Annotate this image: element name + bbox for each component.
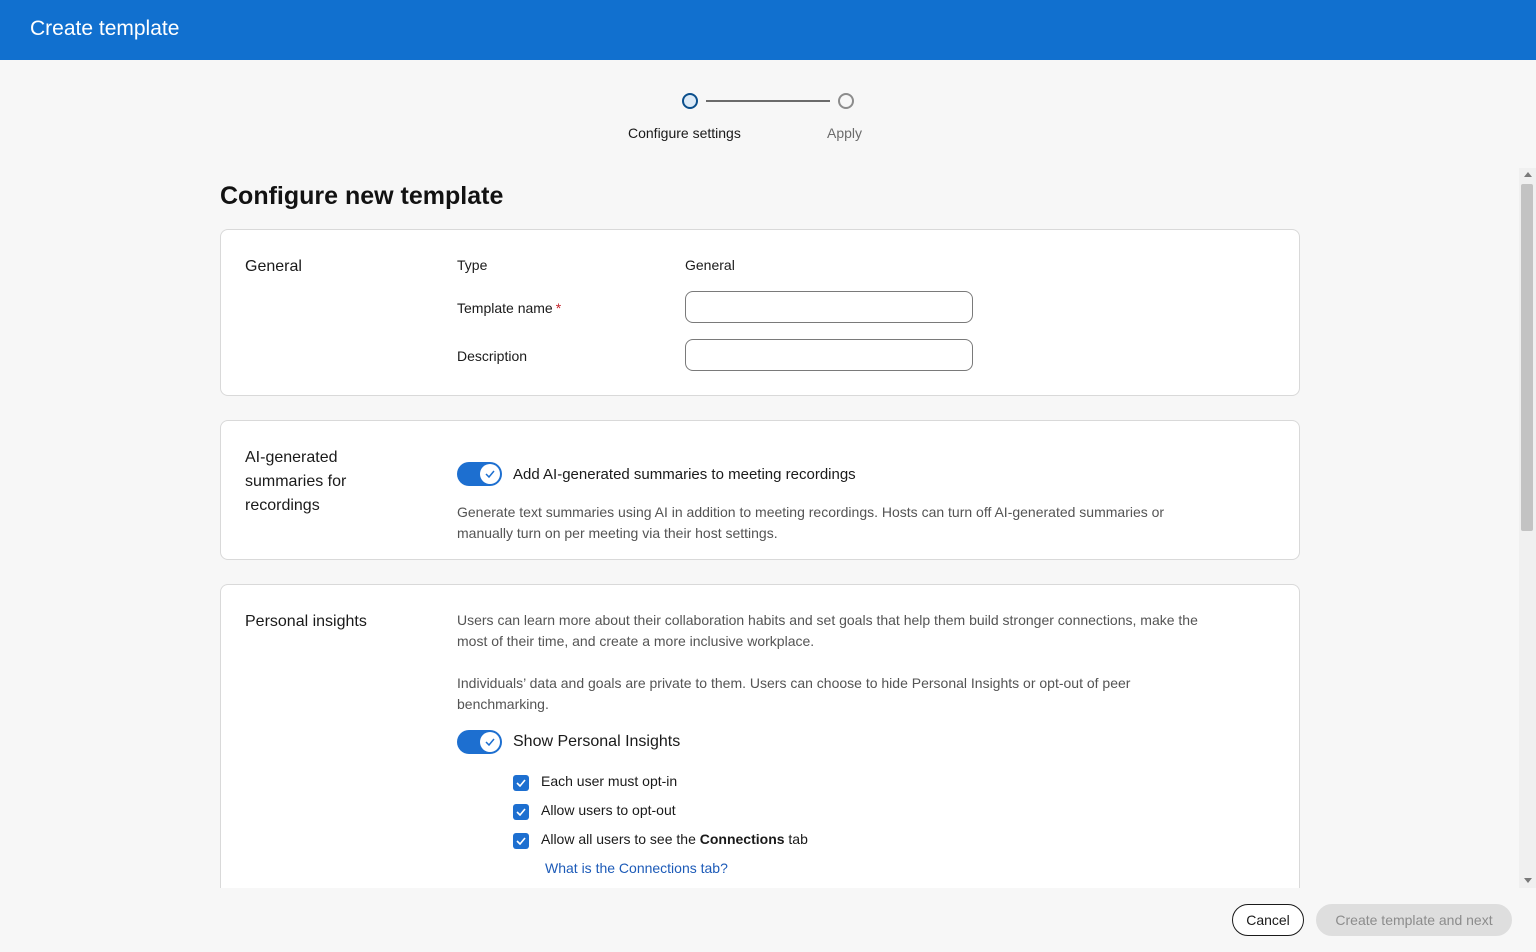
each-user-opt-in-label: Each user must opt-in: [541, 773, 678, 789]
ai-summaries-section-card: AI-generated summaries for recordings Ad…: [220, 420, 1300, 560]
template-name-input[interactable]: [685, 291, 973, 323]
top-bar: Create template: [0, 0, 1536, 60]
general-section-card: General Type General Template name * Desc…: [220, 229, 1300, 396]
type-label: Type: [457, 257, 488, 273]
required-marker: *: [555, 300, 562, 316]
window-title: Create template: [30, 17, 180, 40]
connections-label-prefix: Allow all users to see the: [541, 831, 700, 847]
checkmark-icon: [516, 837, 526, 845]
cancel-button[interactable]: Cancel: [1232, 904, 1304, 936]
description-label: Description: [457, 348, 528, 364]
each-user-opt-in-checkbox[interactable]: [513, 775, 529, 791]
scroll-down-arrow-icon[interactable]: [1524, 878, 1532, 883]
toggle-knob: [480, 464, 500, 484]
personal-insights-section-title: Personal insights: [245, 613, 367, 630]
personal-insights-paragraph-1: Users can learn more about their collabo…: [457, 610, 1277, 652]
scroll-thumb[interactable]: [1521, 184, 1533, 531]
paragraph-2-line-2: benchmarking.: [457, 696, 549, 712]
connections-label-suffix: tab: [784, 831, 808, 847]
personal-insights-paragraph-2: Individuals’ data and goals are private …: [457, 673, 1277, 715]
check-icon: [485, 470, 495, 478]
vertical-scrollbar[interactable]: [1519, 168, 1536, 888]
stepper-connector: [706, 100, 830, 102]
paragraph-1-line-1: Users can learn more about their collabo…: [457, 612, 1198, 628]
template-name-label-text: Template name: [457, 300, 553, 316]
ai-summaries-section-title: AI-generated summaries for recordings: [245, 446, 346, 518]
ai-summaries-title-line-1: AI-generated: [245, 449, 338, 466]
step-configure-settings-indicator: [682, 93, 698, 109]
template-name-label: Template name *: [457, 300, 561, 316]
step-configure-settings-label: Configure settings: [628, 125, 741, 141]
create-template-and-next-button[interactable]: Create template and next: [1316, 904, 1512, 936]
connections-tab-label: Allow all users to see the Connections t…: [541, 831, 808, 847]
checkmark-icon: [516, 808, 526, 816]
ai-summaries-description: Generate text summaries using AI in addi…: [457, 502, 1277, 544]
connections-help-link[interactable]: What is the Connections tab?: [545, 860, 728, 876]
personal-insights-section-card: Personal insights Users can learn more a…: [220, 584, 1300, 904]
ai-summaries-toggle[interactable]: [457, 462, 502, 486]
step-apply-label: Apply: [827, 125, 863, 141]
show-personal-insights-toggle[interactable]: [457, 730, 502, 754]
ai-summaries-toggle-label: Add AI-generated summaries to meeting re…: [513, 466, 856, 483]
ai-summaries-title-line-2: summaries for: [245, 473, 347, 490]
allow-opt-out-checkbox[interactable]: [513, 804, 529, 820]
connections-label-bold: Connections: [699, 831, 785, 847]
general-section-title: General: [245, 258, 302, 275]
show-personal-insights-label: Show Personal Insights: [513, 733, 681, 750]
paragraph-2-line-1: Individuals’ data and goals are private …: [457, 675, 1131, 691]
type-value: General: [685, 257, 735, 273]
allow-opt-out-label: Allow users to opt-out: [541, 802, 676, 818]
page-title: Configure new template: [220, 182, 504, 210]
scroll-up-arrow-icon[interactable]: [1524, 172, 1532, 177]
ai-summaries-description-line-2: manually turn on per meeting via their h…: [457, 525, 778, 541]
footer-bar: Cancel Create template and next: [0, 888, 1536, 952]
connections-tab-checkbox[interactable]: [513, 833, 529, 849]
checkmark-icon: [516, 779, 526, 787]
description-input[interactable]: [685, 339, 973, 371]
check-icon: [485, 738, 495, 746]
paragraph-1-line-2: most of their time, and create a more in…: [457, 633, 815, 649]
ai-summaries-title-line-3: recordings: [245, 497, 320, 514]
toggle-knob: [480, 732, 500, 752]
ai-summaries-description-line-1: Generate text summaries using AI in addi…: [457, 504, 1165, 520]
step-apply-indicator: [838, 93, 854, 109]
